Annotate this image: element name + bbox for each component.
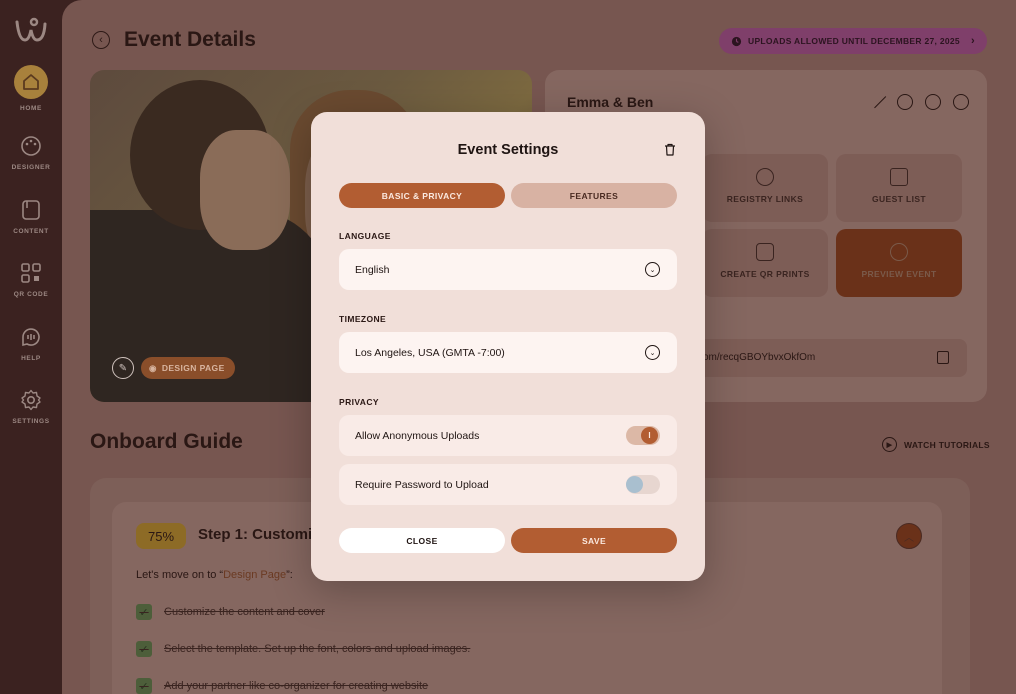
tile-label: GUEST LIST [871,194,927,204]
chevron-down-icon: ⌄ [645,262,660,277]
tab-basic-privacy[interactable]: BASIC & PRIVACY [339,183,505,208]
allow-anonymous-uploads-toggle[interactable]: I [626,426,660,445]
palette-icon: ◉ [149,362,157,373]
event-url-field[interactable]: om/recqGBOYbvxOkfOm [695,339,967,377]
checkmark-icon: ✓ [136,678,152,694]
sidebar-item-label: QR CODE [13,291,49,298]
modal-actions: CLOSE SAVE [339,528,677,553]
chevron-down-icon: ⌄ [645,345,660,360]
design-page-button[interactable]: ◉ DESIGN PAGE [141,357,235,379]
checklist-item[interactable]: ✓ Add your partner like co-organizer for… [136,678,428,694]
sidebar-item-label: CONTENT [13,228,49,235]
require-password-row: Require Password to Upload [339,464,677,505]
sidebar-item-qr-code[interactable]: QR CODE [0,261,62,298]
sidebar-item-content[interactable]: CONTENT [0,198,62,235]
page-title: Event Details [124,28,256,51]
edit-cover-icon[interactable]: ✎ [112,357,134,379]
copy-icon[interactable] [937,351,949,364]
event-settings-modal: Event Settings BASIC & PRIVACY FEATURES … [311,112,705,581]
design-page-label: DESIGN PAGE [161,363,225,373]
checkmark-icon: ✓ [136,641,152,657]
gear-icon[interactable] [953,94,969,110]
checklist-item[interactable]: ✓ Customize the content and cover [136,604,325,620]
checklist-item-label: Customize the content and cover [164,606,325,618]
contact-card-icon [890,168,908,186]
preview-event-tile[interactable]: PREVIEW EVENT [836,229,962,297]
tile-label: CREATE QR PRINTS [720,269,810,279]
require-password-toggle[interactable] [626,475,660,494]
modal-tabs: BASIC & PRIVACY FEATURES [339,183,677,208]
tab-features[interactable]: FEATURES [511,183,677,208]
sidebar-item-label: SETTINGS [12,418,50,425]
guest-list-tile[interactable]: GUEST LIST [836,154,962,222]
external-link-icon [890,243,908,261]
step-title: Step 1: Customiz [198,526,320,543]
timezone-select[interactable]: Los Angeles, USA (GMTA -7:00) ⌄ [339,332,677,373]
save-button[interactable]: SAVE [511,528,677,553]
onboard-guide-title: Onboard Guide [90,430,243,453]
uploads-deadline-pill[interactable]: UPLOADS ALLOWED UNTIL DECEMBER 27, 2025 … [719,28,987,54]
sidebar-item-designer[interactable]: DESIGNER [0,134,62,171]
back-button[interactable]: ‹ [92,31,110,49]
watch-tutorials-label: WATCH TUTORIALS [904,439,990,450]
play-icon[interactable] [925,94,941,110]
sidebar-item-label: DESIGNER [11,164,51,171]
trash-icon[interactable] [664,143,676,156]
brand-logo-icon[interactable] [14,16,48,46]
design-page-link[interactable]: Design Page [223,569,286,581]
clock-icon [731,36,742,46]
toggle-label: Allow Anonymous Uploads [355,429,480,442]
tile-label: PREVIEW EVENT [861,269,937,279]
event-card-actions [867,89,969,110]
create-qr-prints-tile[interactable]: CREATE QR PRINTS [702,229,828,297]
palette-icon [21,136,41,156]
checklist-item-label: Add your partner like co-organizer for c… [164,680,429,692]
toggle-knob: I [641,427,658,444]
watch-tutorials-button[interactable]: ▶ WATCH TUTORIALS [882,437,990,452]
sidebar-item-label: HELP [21,355,41,362]
sidebar: HOME DESIGNER CONTENT QR CODE HELP SETTI… [0,0,62,694]
chevron-left-icon: ‹ [99,34,103,46]
toggle-label: Require Password to Upload [355,478,489,491]
play-icon: ▶ [882,437,897,452]
language-select[interactable]: English ⌄ [339,249,677,290]
timezone-label: TIMEZONE [339,314,387,324]
link-icon [756,168,774,186]
sidebar-item-home[interactable]: HOME [0,65,62,112]
progress-badge: 75% [136,523,186,549]
sidebar-item-label: HOME [20,105,42,112]
privacy-label: PRIVACY [339,397,379,407]
close-button[interactable]: CLOSE [339,528,505,553]
registry-links-tile[interactable]: REGISTRY LINKS [702,154,828,222]
sidebar-item-help[interactable]: HELP [0,325,62,362]
language-label: LANGUAGE [339,231,391,241]
checklist-item[interactable]: ✓ Select the template. Set up the font, … [136,641,470,657]
help-icon [22,328,40,347]
move-on-text: Let's move on to “Design Page”: [136,569,293,581]
add-user-icon[interactable] [897,94,913,110]
qr-code-icon [21,263,41,283]
allow-anonymous-uploads-row: Allow Anonymous Uploads I [339,415,677,456]
sidebar-item-settings[interactable]: SETTINGS [0,388,62,425]
content-icon [22,200,40,220]
gear-icon [21,389,41,411]
checkmark-icon: ✓ [136,604,152,620]
move-on-suffix: ”: [286,569,293,581]
move-on-prefix: Let's move on to “ [136,569,224,581]
chevron-up-icon: ︿ [904,532,914,544]
tile-label: REGISTRY LINKS [726,194,804,204]
toggle-knob [626,476,643,493]
timezone-value: Los Angeles, USA (GMTA -7:00) [355,346,505,359]
uploads-deadline-label: UPLOADS ALLOWED UNTIL DECEMBER 27, 2025 [748,36,960,46]
modal-title: Event Settings [457,142,559,158]
couple-name: Emma & Ben [567,94,654,110]
chevron-right-icon: › [971,35,975,47]
checklist-item-label: Select the template. Set up the font, co… [164,643,471,655]
event-url: om/recqGBOYbvxOkfOm [703,352,816,363]
print-icon [756,243,774,261]
edit-icon[interactable] [867,89,887,109]
home-icon [14,65,48,99]
collapse-button[interactable]: ︿ [896,523,922,549]
language-value: English [355,263,390,276]
